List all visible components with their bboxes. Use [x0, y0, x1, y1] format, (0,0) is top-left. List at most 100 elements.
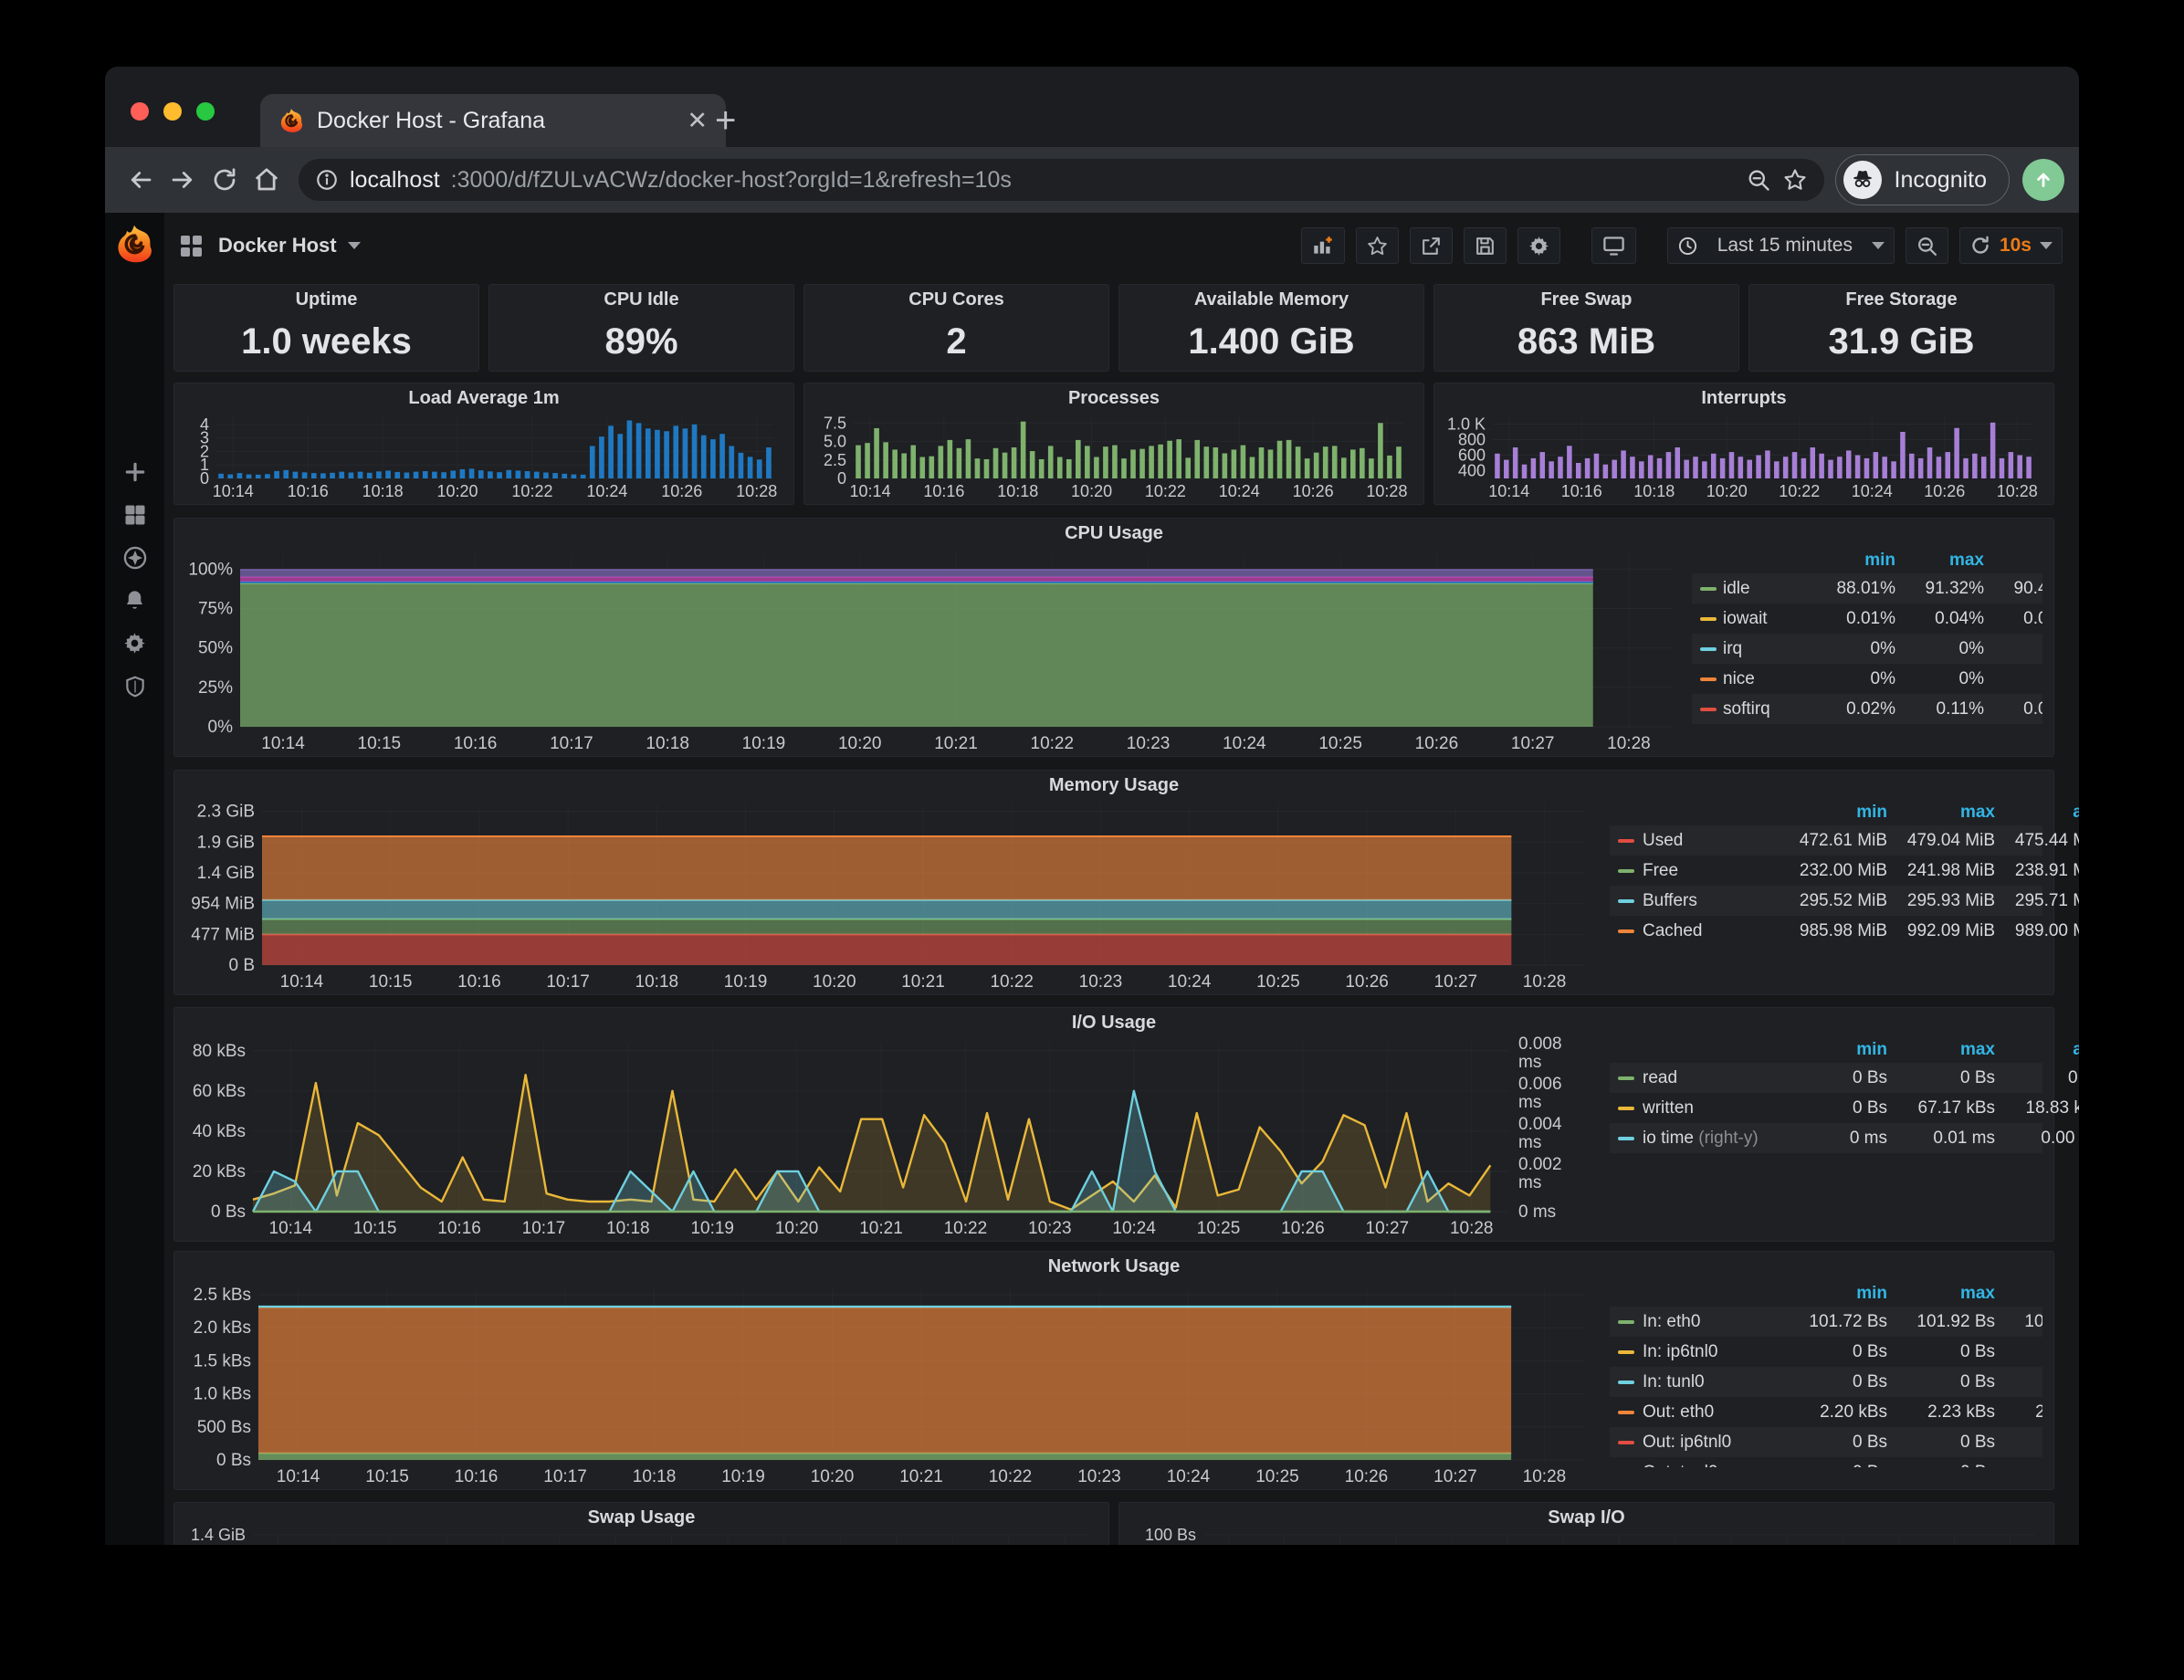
legend-row[interactable]: irq0%0%0%	[1692, 634, 2042, 664]
site-info-icon[interactable]	[315, 168, 339, 192]
panel-title[interactable]: Swap I/O	[1119, 1507, 2053, 1528]
browser-tab[interactable]: Docker Host - Grafana ✕	[260, 94, 726, 147]
refresh-interval-label[interactable]: 10s	[2000, 235, 2032, 257]
refresh-button[interactable]: 10s	[1959, 227, 2063, 264]
series-label[interactable]: In: ip6tnl0	[1643, 1342, 1780, 1362]
close-tab-icon[interactable]: ✕	[687, 109, 708, 133]
series-label[interactable]: Out: tunl0	[1643, 1463, 1780, 1468]
reload-icon[interactable]	[204, 159, 246, 201]
new-tab-button[interactable]: +	[715, 100, 736, 142]
panel-title[interactable]: CPU Idle	[489, 289, 793, 310]
legend-row[interactable]: iowait0.01%0.04%0.02%	[1692, 604, 2042, 634]
legend-row[interactable]: Out: tunl00 Bs0 Bs0 Bs	[1610, 1457, 2042, 1467]
legend-row[interactable]: Buffers295.52 MiB295.93 MiB295.71 MiB	[1610, 886, 2042, 916]
panel-title[interactable]: Free Swap	[1434, 289, 1738, 310]
legend-row[interactable]: Out: eth02.20 kBs2.23 kBs2.21 kBs	[1610, 1397, 2042, 1427]
series-label[interactable]: Used	[1643, 831, 1780, 851]
series-label[interactable]: io time (right-y)	[1643, 1129, 1780, 1149]
legend-row[interactable]: idle88.01%91.32%90.49%	[1692, 573, 2042, 604]
legend-row[interactable]: softirq0.02%0.11%0.04%	[1692, 694, 2042, 724]
refresh-caret-icon[interactable]	[2040, 242, 2053, 249]
browser-update-button[interactable]	[2022, 159, 2064, 201]
series-label[interactable]: Cached	[1643, 921, 1780, 941]
minimize-window-button[interactable]	[163, 102, 182, 121]
dashboard-settings-button[interactable]	[1517, 227, 1560, 264]
series-label[interactable]: nice	[1723, 669, 1807, 689]
memory-usage-chart[interactable]: 0 B477 MiB954 MiB1.4 GiB1.9 GiB2.3 GiB10…	[180, 798, 1597, 992]
cpu-usage-chart[interactable]: 0%25%50%75%100%10:1410:1510:1610:1710:18…	[180, 546, 1685, 754]
series-label[interactable]: irq	[1723, 639, 1807, 659]
cpu-usage-legend[interactable]: minmaxavgidle88.01%91.32%90.49%iowait0.0…	[1692, 548, 2042, 731]
legend-row[interactable]: written0 Bs67.17 kBs18.83 kBs	[1610, 1093, 2042, 1123]
series-label[interactable]: iowait	[1723, 609, 1807, 629]
close-window-button[interactable]	[131, 102, 149, 121]
cycle-view-mode-button[interactable]	[1591, 227, 1636, 264]
legend-row[interactable]: Free232.00 MiB241.98 MiB238.91 MiB	[1610, 856, 2042, 886]
panel-title[interactable]: Memory Usage	[174, 775, 2053, 796]
series-label[interactable]: Out: ip6tnl0	[1643, 1433, 1780, 1453]
series-label[interactable]: written	[1643, 1098, 1780, 1118]
legend-row[interactable]: In: tunl00 Bs0 Bs0 Bs	[1610, 1367, 2042, 1397]
series-label[interactable]: steal	[1723, 730, 1807, 732]
bookmark-star-icon[interactable]	[1782, 167, 1808, 193]
memory-usage-legend[interactable]: minmaxavgUsed472.61 MiB479.04 MiB475.44 …	[1610, 800, 2042, 946]
dashboard-title[interactable]: Docker Host	[218, 234, 337, 257]
panel-title[interactable]: Network Usage	[174, 1256, 2053, 1277]
io-usage-legend[interactable]: minmaxavgread0 Bs0 Bs0 Bswritten0 Bs67.1…	[1610, 1037, 2042, 1153]
panel-title[interactable]: CPU Usage	[174, 523, 2053, 544]
legend-row[interactable]: Out: ip6tnl00 Bs0 Bs0 Bs	[1610, 1427, 2042, 1457]
maximize-window-button[interactable]	[196, 102, 215, 121]
save-dashboard-button[interactable]	[1464, 227, 1507, 264]
legend-row[interactable]: steal0%0%0%	[1692, 724, 2042, 731]
time-range-picker[interactable]: Last 15 minutes	[1667, 227, 1895, 264]
legend-row[interactable]: read0 Bs0 Bs0 Bs	[1610, 1063, 2042, 1093]
swap-usage-chart[interactable]: 1.4 GiB	[180, 1527, 1103, 1545]
series-label[interactable]: In: eth0	[1643, 1312, 1780, 1332]
address-bar[interactable]: localhost :3000/d/fZULvACWz/docker-host?…	[299, 159, 1824, 201]
legend-row[interactable]: Cached985.98 MiB992.09 MiB989.00 MiB	[1610, 916, 2042, 946]
panel-title[interactable]: I/O Usage	[174, 1013, 2053, 1034]
legend-row[interactable]: In: eth0101.72 Bs101.92 Bs101.80 Bs	[1610, 1307, 2042, 1337]
dashboard-caret-icon[interactable]	[348, 242, 361, 249]
panel-title[interactable]: Uptime	[174, 289, 478, 310]
star-dashboard-button[interactable]	[1356, 227, 1399, 264]
zoom-out-time-button[interactable]	[1906, 227, 1948, 264]
panel-title[interactable]: Processes	[804, 388, 1423, 409]
swap-io-chart[interactable]: 100 Bs	[1125, 1527, 2048, 1545]
home-icon[interactable]	[246, 159, 288, 201]
panel-title[interactable]: Available Memory	[1119, 289, 1423, 310]
network-usage-chart[interactable]: 0 Bs500 Bs1.0 kBs1.5 kBs2.0 kBs2.5 kBs10…	[180, 1279, 1597, 1487]
interrupts-chart[interactable]: 4006008001.0 K10:1410:1610:1810:2010:221…	[1440, 409, 2046, 502]
panel-title[interactable]: CPU Cores	[804, 289, 1108, 310]
legend-row[interactable]: io time (right-y)0 ms0.01 ms0.00 ms	[1610, 1123, 2042, 1153]
legend-row[interactable]: In: ip6tnl00 Bs0 Bs0 Bs	[1610, 1337, 2042, 1367]
share-dashboard-button[interactable]	[1410, 227, 1453, 264]
panel-title[interactable]: Free Storage	[1749, 289, 2053, 310]
series-label[interactable]: Buffers	[1643, 891, 1780, 911]
network-usage-legend[interactable]: minmaxavgIn: eth0101.72 Bs101.92 Bs101.8…	[1610, 1281, 2042, 1467]
zoom-page-icon[interactable]	[1746, 167, 1771, 193]
forward-icon[interactable]	[162, 159, 204, 201]
load-average-chart[interactable]: 0123410:1410:1610:1810:2010:2210:2410:26…	[180, 409, 786, 502]
legend-row[interactable]: nice0%0%0%	[1692, 664, 2042, 694]
configuration-gear-icon[interactable]	[121, 629, 149, 657]
series-label[interactable]: Out: eth0	[1643, 1402, 1780, 1423]
processes-chart[interactable]: 02.55.07.510:1410:1610:1810:2010:2210:24…	[810, 409, 1416, 502]
add-panel-button[interactable]	[1301, 227, 1345, 264]
panel-title[interactable]: Swap Usage	[174, 1507, 1108, 1528]
series-label[interactable]: read	[1643, 1068, 1780, 1088]
alerting-bell-icon[interactable]	[121, 586, 149, 614]
series-label[interactable]: idle	[1723, 579, 1807, 599]
back-icon[interactable]	[120, 159, 162, 201]
explore-compass-icon[interactable]	[121, 543, 149, 572]
series-label[interactable]: softirq	[1723, 699, 1807, 719]
server-admin-shield-icon[interactable]	[121, 672, 149, 700]
create-icon[interactable]	[121, 457, 149, 486]
panel-title[interactable]: Interrupts	[1434, 388, 2053, 409]
legend-row[interactable]: Used472.61 MiB479.04 MiB475.44 MiB	[1610, 825, 2042, 856]
grafana-logo[interactable]	[114, 224, 154, 264]
series-label[interactable]: In: tunl0	[1643, 1372, 1780, 1392]
series-label[interactable]: Free	[1643, 861, 1780, 881]
io-usage-chart[interactable]: 0 Bs20 kBs40 kBs60 kBs80 kBs0.008ms0.006…	[180, 1035, 1597, 1239]
dashboards-icon[interactable]	[121, 500, 149, 529]
